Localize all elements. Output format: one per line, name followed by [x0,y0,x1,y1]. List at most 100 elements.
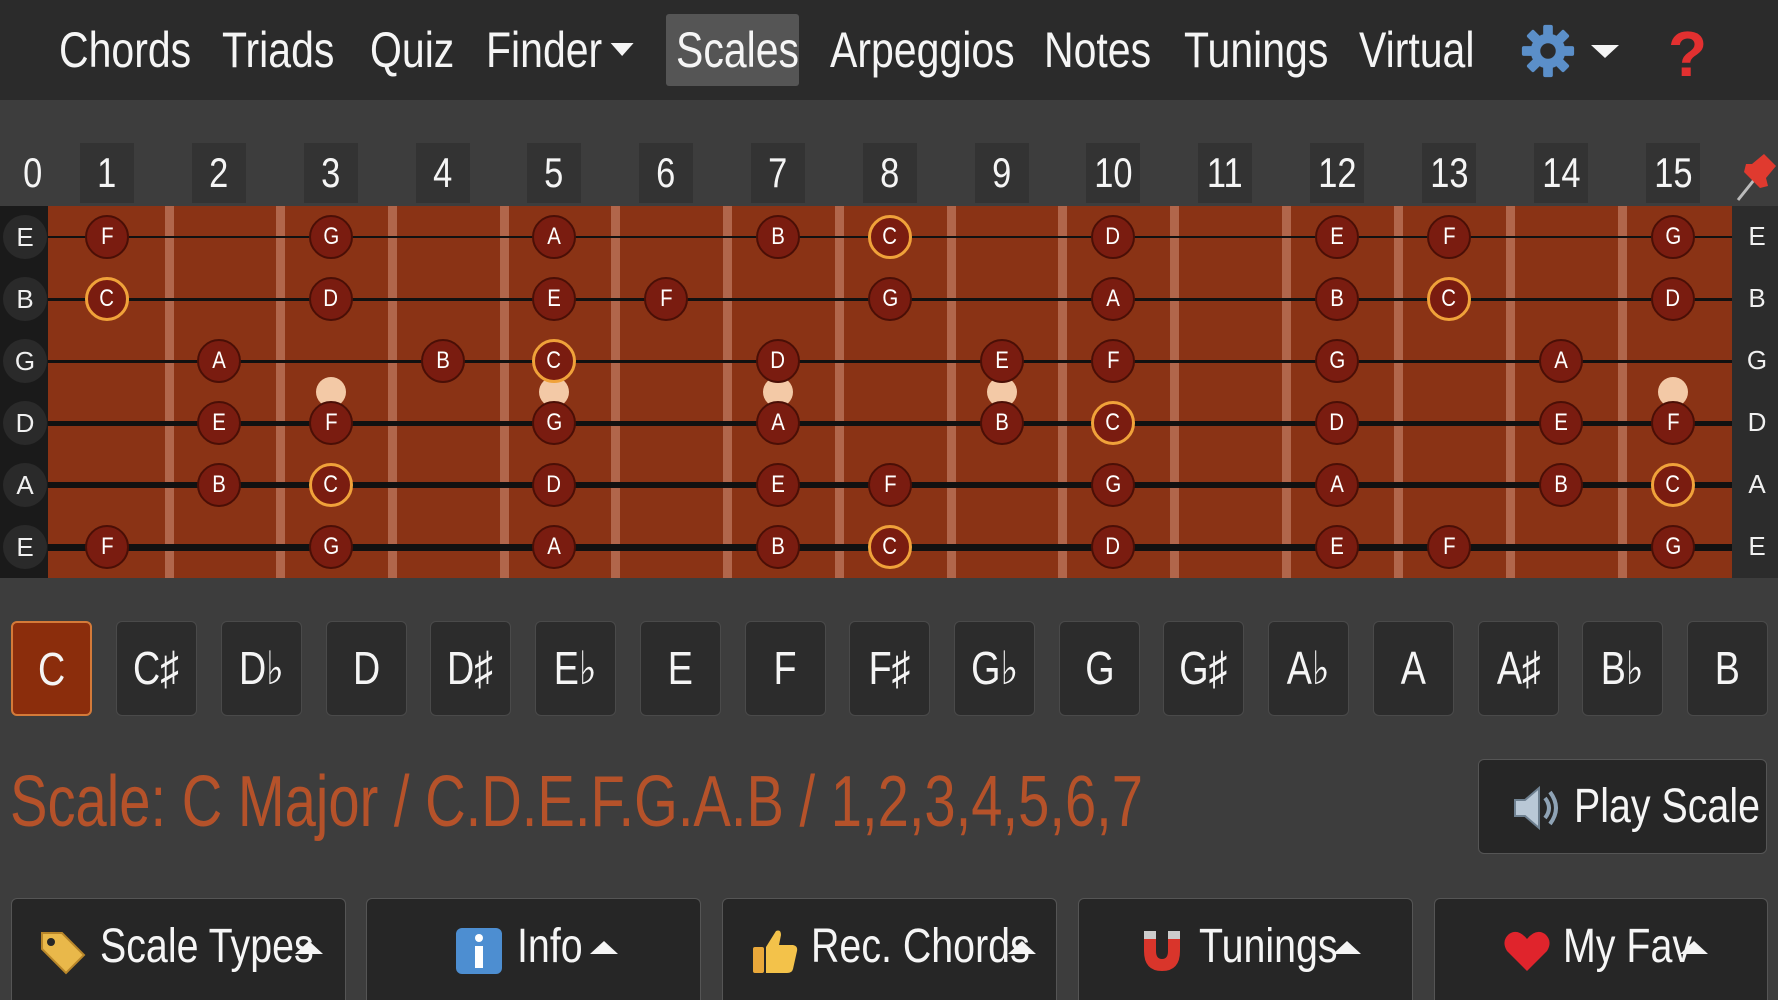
scale-note-marker[interactable]: D [532,463,576,507]
open-string-note[interactable]: G [3,339,47,383]
scale-note-marker[interactable]: E [1315,215,1359,259]
root-note-marker[interactable]: C [532,339,576,383]
nav-quiz[interactable]: Quiz [370,14,454,86]
key-button[interactable]: A♯ [1478,621,1559,716]
key-button[interactable]: C [11,621,92,716]
scale-note-marker[interactable]: G [1315,339,1359,383]
scale-note-marker[interactable]: B [421,339,465,383]
root-note-marker[interactable]: C [868,525,912,569]
scale-note-marker[interactable]: G [868,277,912,321]
key-button[interactable]: E [640,621,721,716]
pin-icon[interactable] [1734,150,1778,204]
scale-note-marker[interactable]: G [309,525,353,569]
scale-note-marker[interactable]: G [1651,215,1695,259]
key-button[interactable]: D♯ [430,621,511,716]
scale-note-marker[interactable]: F [868,463,912,507]
scale-note-marker[interactable]: A [1315,463,1359,507]
nav-notes[interactable]: Notes [1044,14,1151,86]
scale-note-marker[interactable]: E [1539,401,1583,445]
nav-finder[interactable]: Finder [486,14,634,86]
scale-note-marker[interactable]: F [85,215,129,259]
scale-note-marker[interactable]: F [1091,339,1135,383]
root-note-marker[interactable]: C [1091,401,1135,445]
note-label: B [771,533,785,560]
nav-tunings[interactable]: Tunings [1184,14,1328,86]
scale-note-marker[interactable]: B [1539,463,1583,507]
scale-note-marker[interactable]: A [756,401,800,445]
play-scale-button[interactable]: Play Scale [1478,759,1767,854]
scale-note-marker[interactable]: D [1651,277,1695,321]
scale-note-marker[interactable]: D [756,339,800,383]
root-note-marker[interactable]: C [1651,463,1695,507]
scale-note-marker[interactable]: D [309,277,353,321]
scale-note-marker[interactable]: G [532,401,576,445]
note-label: F [1666,409,1680,436]
key-button[interactable]: D [326,621,407,716]
tab-my-fav[interactable]: My Fav [1434,898,1768,1000]
tab-scale-types[interactable]: Scale Types [11,898,346,1000]
scale-note-marker[interactable]: E [197,401,241,445]
scale-note-marker[interactable]: B [756,525,800,569]
scale-note-marker[interactable]: A [197,339,241,383]
open-string-note[interactable]: B [3,277,47,321]
open-string-note[interactable]: A [3,463,47,507]
scale-note-marker[interactable]: B [1315,277,1359,321]
scale-note-marker[interactable]: D [1091,525,1135,569]
root-note-marker[interactable]: C [1427,277,1471,321]
scale-note-marker[interactable]: F [85,525,129,569]
root-note-marker[interactable]: C [309,463,353,507]
nav-chords[interactable]: Chords [59,14,191,86]
root-note-marker[interactable]: C [85,277,129,321]
scale-note-marker[interactable]: E [756,463,800,507]
key-button[interactable]: G [1059,621,1140,716]
fret-number: 12 [1310,143,1364,203]
tab-rec-chords[interactable]: Rec. Chords [722,898,1057,1000]
nav-virtual[interactable]: Virtual [1359,14,1474,86]
scale-note-marker[interactable]: E [1315,525,1359,569]
scale-note-marker[interactable]: F [1427,525,1471,569]
key-button[interactable]: C♯ [116,621,197,716]
scale-note-marker[interactable]: D [1091,215,1135,259]
scale-note-marker[interactable]: E [532,277,576,321]
scale-note-marker[interactable]: B [756,215,800,259]
key-button[interactable]: D♭ [221,621,302,716]
scale-note-marker[interactable]: D [1315,401,1359,445]
key-button[interactable]: B [1687,621,1768,716]
key-button[interactable]: G♭ [954,621,1035,716]
key-button[interactable]: B♭ [1582,621,1663,716]
help-icon[interactable]: ? [1668,18,1707,90]
nav-scales[interactable]: Scales [676,14,799,86]
open-string-note[interactable]: E [3,215,47,259]
scale-note-marker[interactable]: G [1091,463,1135,507]
root-note-marker[interactable]: C [868,215,912,259]
settings-dropdown-icon[interactable] [1591,45,1619,58]
scale-note-marker[interactable]: E [980,339,1024,383]
open-string-note[interactable]: D [3,401,47,445]
scale-note-marker[interactable]: B [980,401,1024,445]
tab-tunings[interactable]: Tunings [1078,898,1413,1000]
key-button[interactable]: E♭ [535,621,616,716]
key-button[interactable]: F [745,621,826,716]
scale-note-marker[interactable]: F [1651,401,1695,445]
tab-info[interactable]: Info [366,898,701,1000]
scale-note-marker[interactable]: A [1091,277,1135,321]
nav-arpeggios[interactable]: Arpeggios [830,14,1015,86]
key-button[interactable]: A♭ [1268,621,1349,716]
gear-icon[interactable] [1519,22,1577,80]
scale-note-marker[interactable]: B [197,463,241,507]
scale-note-marker[interactable]: F [644,277,688,321]
scale-note-marker[interactable]: F [1427,215,1471,259]
scale-note-marker[interactable]: A [1539,339,1583,383]
scale-note-marker[interactable]: F [309,401,353,445]
key-button[interactable]: G♯ [1163,621,1244,716]
nav-triads[interactable]: Triads [222,14,334,86]
key-button[interactable]: F♯ [849,621,930,716]
fret-number: 2 [192,143,246,203]
scale-note-marker[interactable]: A [532,525,576,569]
scale-note-marker[interactable]: A [532,215,576,259]
scale-note-marker[interactable]: G [309,215,353,259]
open-string-note[interactable]: E [3,525,47,569]
note-label: E [995,347,1009,374]
key-button[interactable]: A [1373,621,1454,716]
scale-note-marker[interactable]: G [1651,525,1695,569]
